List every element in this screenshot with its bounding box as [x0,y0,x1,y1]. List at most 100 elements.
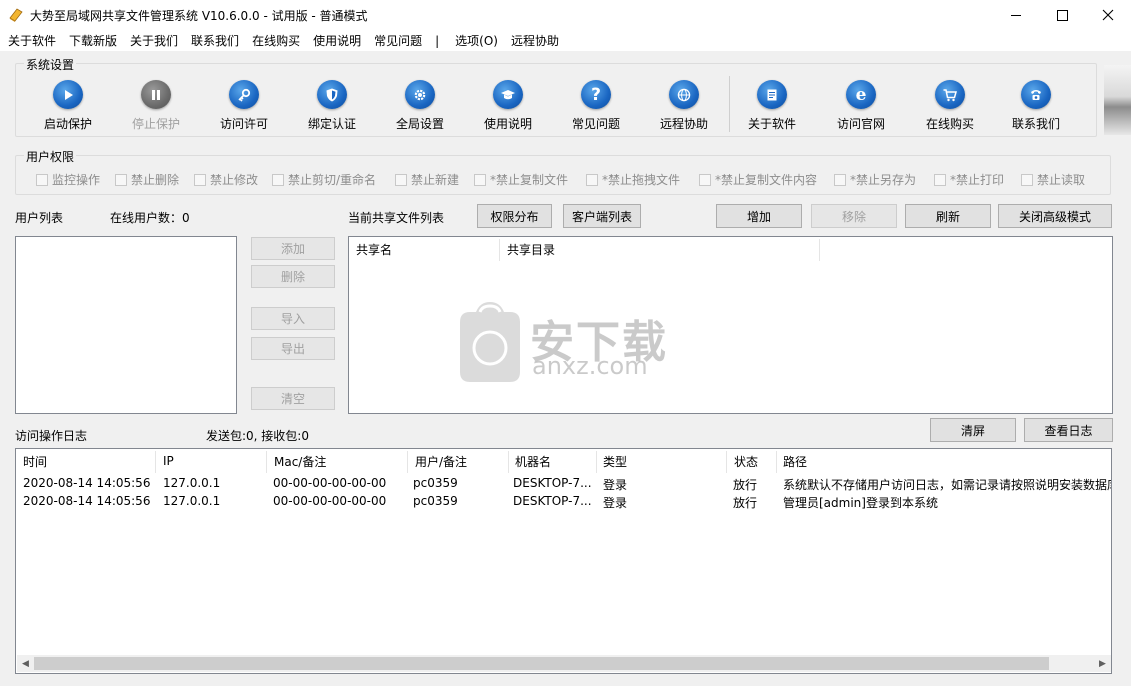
menu-about-software[interactable]: 关于软件 [0,32,61,49]
perm-no-delete-checkbox[interactable]: 禁止删除 [115,171,179,188]
bind-auth-button[interactable]: 绑定认证 [287,80,377,132]
perm-no-save-as-checkbox[interactable]: *禁止另存为 [834,171,916,188]
perm-no-cut-rename-checkbox[interactable]: 禁止剪切/重命名 [272,171,376,188]
access-log-table[interactable]: 时间 IP Mac/备注 用户/备注 机器名 类型 状态 路径 2020-08-… [15,448,1112,674]
import-users-button[interactable]: 导入 [251,307,335,330]
checkbox-label: 监控操作 [52,173,101,187]
checkbox-box [272,173,284,186]
contact-us-button[interactable]: 联系我们 [991,80,1081,132]
table-row[interactable]: 2020-08-14 14:05:56 127.0.0.1 00-00-00-0… [16,492,1111,510]
tool-label: 使用说明 [483,117,532,131]
about-software-button[interactable]: 关于软件 [727,80,817,132]
column-divider[interactable] [819,239,820,261]
stop-protection-button[interactable]: 停止保护 [111,80,201,132]
checkbox-label: 禁止修改 [210,173,259,187]
view-log-button[interactable]: 查看日志 [1024,418,1113,442]
column-header-share-name[interactable]: 共享名 [349,237,499,261]
menu-faq[interactable]: 常见问题 [366,32,427,49]
access-log-label: 访问操作日志 [15,429,88,443]
tool-label: 远程协助 [659,117,708,131]
cell-type: 登录 [603,496,628,510]
maximize-button[interactable] [1039,0,1085,30]
global-settings-button[interactable]: 全局设置 [375,80,465,132]
close-advanced-mode-button[interactable]: 关闭高级模式 [998,204,1112,228]
perm-no-copy-content-checkbox[interactable]: *禁止复制文件内容 [699,171,817,188]
cell-time: 2020-08-14 14:05:56 [23,476,151,490]
checkbox-label: 禁止删除 [131,173,180,187]
menu-contact-us[interactable]: 联系我们 [183,32,244,49]
menu-download-new[interactable]: 下载新版 [61,32,122,49]
scroll-left-icon[interactable]: ◀ [17,655,34,672]
tool-label: 访问许可 [219,117,268,131]
cell-machine: DESKTOP-7... [513,494,592,508]
checkbox-label: *禁止打印 [950,173,1005,187]
checkbox-box [194,173,206,186]
perm-no-read-checkbox[interactable]: 禁止读取 [1021,171,1085,188]
cell-path: 系统默认不存储用户访问日志，如需记录请按照说明安装数据库 [783,478,1111,492]
start-protection-button[interactable]: 启动保护 [23,80,113,132]
column-header-mac[interactable]: Mac/备注 [267,449,407,473]
perm-no-modify-checkbox[interactable]: 禁止修改 [194,171,258,188]
perm-no-create-checkbox[interactable]: 禁止新建 [395,171,459,188]
access-permission-button[interactable]: 访问许可 [199,80,289,132]
column-header-ip[interactable]: IP [156,449,266,473]
menu-options[interactable]: 选项(O) [447,32,503,49]
tool-label: 全局设置 [395,117,444,131]
perm-no-copy-file-checkbox[interactable]: *禁止复制文件 [474,171,568,188]
visit-website-button[interactable]: e 访问官网 [816,80,906,132]
play-icon [53,80,83,109]
gear-icon [405,80,435,109]
column-header-user[interactable]: 用户/备注 [408,449,508,473]
clear-screen-button[interactable]: 清屏 [930,418,1016,442]
checkbox-label: 禁止新建 [411,173,460,187]
checkbox-box [834,173,846,186]
menu-remote-assist[interactable]: 远程协助 [503,32,564,49]
add-user-button[interactable]: 添加 [251,237,335,260]
tool-label: 在线购买 [925,117,974,131]
scroll-right-icon[interactable]: ▶ [1094,655,1111,672]
checkbox-label: *禁止另存为 [850,173,917,187]
remote-assist-button[interactable]: 远程协助 [639,80,729,132]
log-horizontal-scrollbar[interactable]: ◀ ▶ [17,655,1111,672]
delete-user-button[interactable]: 删除 [251,265,335,288]
permission-distribution-button[interactable]: 权限分布 [477,204,552,228]
checkbox-label: 禁止读取 [1037,173,1086,187]
column-header-path[interactable]: 路径 [776,449,1111,473]
menu-buy-online[interactable]: 在线购买 [244,32,305,49]
remove-share-button[interactable]: 移除 [811,204,897,228]
column-header-machine[interactable]: 机器名 [508,449,598,473]
export-users-button[interactable]: 导出 [251,337,335,360]
checkbox-box [395,173,407,186]
column-header-status[interactable]: 状态 [727,449,777,473]
watermark-url-text: anxz.com [532,352,648,380]
buy-online-button[interactable]: 在线购买 [905,80,995,132]
user-list[interactable] [15,236,237,414]
add-share-button[interactable]: 增加 [716,204,802,228]
scrollbar-thumb[interactable] [34,657,1049,670]
column-header-type[interactable]: 类型 [596,449,726,473]
table-row[interactable]: 2020-08-14 14:05:56 127.0.0.1 00-00-00-0… [16,474,1111,492]
tool-label: 关于软件 [747,117,796,131]
menu-manual[interactable]: 使用说明 [305,32,366,49]
cell-mac: 00-00-00-00-00-00 [273,494,387,508]
client-list-button[interactable]: 客户端列表 [563,204,641,228]
perm-monitor-checkbox[interactable]: 监控操作 [36,171,100,188]
tool-label: 访问官网 [836,117,885,131]
close-button[interactable] [1085,0,1131,30]
perm-no-drag-file-checkbox[interactable]: *禁止拖拽文件 [586,171,680,188]
window-title: 大势至局域网共享文件管理系统 V10.6.0.0 - 试用版 - 普通模式 [30,8,368,23]
clear-users-button[interactable]: 清空 [251,387,335,410]
faq-button[interactable]: ? 常见问题 [551,80,641,132]
cart-icon [935,80,965,109]
menu-bar: 关于软件 下载新版 关于我们 联系我们 在线购买 使用说明 常见问题 | 选项(… [0,30,1131,51]
checkbox-label: *禁止复制文件 [490,173,569,187]
refresh-button[interactable]: 刷新 [905,204,991,228]
menu-about-us[interactable]: 关于我们 [122,32,183,49]
manual-button[interactable]: 使用说明 [463,80,553,132]
checkbox-box [586,173,598,186]
minimize-button[interactable] [993,0,1039,30]
perm-no-print-checkbox[interactable]: *禁止打印 [934,171,1004,188]
column-header-share-dir[interactable]: 共享目录 [500,237,818,261]
packet-counter: 发送包:0, 接收包:0 [206,429,309,443]
column-header-time[interactable]: 时间 [16,449,155,473]
